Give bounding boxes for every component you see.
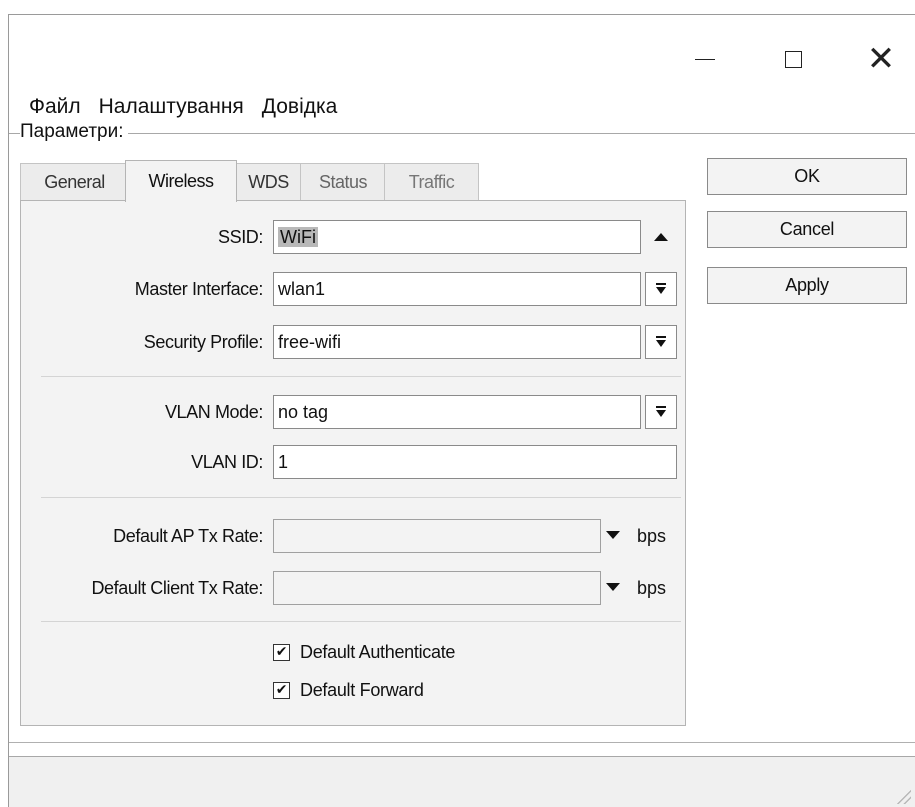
security-profile-label: Security Profile: [143,332,264,352]
ssid-row: SSID: WiFi [21,220,687,254]
tab-traffic[interactable]: Traffic [384,163,479,200]
dropdown-arrow-icon[interactable] [606,583,620,591]
tab-wds[interactable]: WDS [235,163,302,200]
ssid-label: SSID: [217,227,263,247]
maximize-button[interactable] [773,39,813,79]
default-forward-row[interactable]: ✔ Default Forward [273,675,424,705]
default-ap-tx-rate-row: Default AP Tx Rate: bps [21,519,687,553]
menu-help[interactable]: Довідка [262,95,338,119]
arrow-up-icon [654,233,668,241]
params-label: Параметри: [20,121,128,143]
ssid-value: WiFi [278,227,318,247]
default-authenticate-row[interactable]: ✔ Default Authenticate [273,637,455,667]
security-profile-row: Security Profile: free-wifi [21,325,687,359]
master-interface-dropdown-button[interactable] [645,272,677,306]
tab-general[interactable]: General [20,163,129,200]
default-client-tx-rate-row: Default Client Tx Rate: bps [21,571,687,605]
vlan-id-row: VLAN ID: 1 [21,445,687,479]
separator [41,497,681,498]
checkmark-icon: ✔ [275,682,288,698]
master-interface-row: Master Interface: wlan1 [21,272,687,306]
vlan-mode-select[interactable]: no tag [273,395,641,429]
vlan-mode-label: VLAN Mode: [164,402,263,422]
resize-grip-icon[interactable] [893,786,911,804]
unit-label: bps [637,526,667,546]
separator [41,376,681,377]
vlan-mode-row: VLAN Mode: no tag [21,395,687,429]
minimize-icon [695,58,715,60]
ssid-input[interactable]: WiFi [273,220,641,254]
close-button[interactable]: ✕ [861,39,901,79]
separator [41,621,681,622]
security-profile-dropdown-button[interactable] [645,325,677,359]
dropdown-arrow-icon [655,283,667,295]
cancel-button[interactable]: Cancel [707,211,907,248]
vlan-id-label: VLAN ID: [191,452,263,472]
status-separator [9,742,915,743]
security-profile-select[interactable]: free-wifi [273,325,641,359]
vlan-mode-dropdown-button[interactable] [645,395,677,429]
maximize-icon [784,50,802,68]
default-ap-tx-rate-label: Default AP Tx Rate: [113,526,263,546]
apply-button[interactable]: Apply [707,267,907,304]
default-ap-tx-rate-input[interactable] [273,519,601,553]
default-client-tx-rate-label: Default Client Tx Rate: [91,578,263,598]
checkmark-icon: ✔ [275,644,288,660]
menu-bar: Файл Налаштування Довідка [29,95,337,119]
dialog-window: ✕ Файл Налаштування Довідка Параметри: G… [8,14,915,807]
close-icon: ✕ [866,39,896,79]
master-interface-label: Master Interface: [134,279,264,299]
menu-settings[interactable]: Налаштування [99,95,244,119]
ok-button[interactable]: OK [707,158,907,195]
tab-wireless[interactable]: Wireless [125,160,237,202]
ssid-collapse-button[interactable] [645,220,677,254]
status-bar [9,756,915,807]
params-group-line [9,133,915,134]
dropdown-arrow-icon [655,406,667,418]
menu-file[interactable]: Файл [29,95,81,119]
wireless-panel: SSID: WiFi Master Interface: wlan1 Secur… [20,200,686,726]
default-authenticate-checkbox[interactable]: ✔ [273,643,290,661]
default-authenticate-label: Default Authenticate [300,641,456,662]
minimize-button[interactable] [685,39,725,79]
dropdown-arrow-icon [655,336,667,348]
default-forward-label: Default Forward [300,679,424,700]
master-interface-select[interactable]: wlan1 [273,272,641,306]
default-forward-checkbox[interactable]: ✔ [273,681,290,699]
vlan-id-input[interactable]: 1 [273,445,677,479]
dropdown-arrow-icon[interactable] [606,531,620,539]
unit-label: bps [637,578,667,598]
tab-status[interactable]: Status [300,163,386,200]
default-client-tx-rate-input[interactable] [273,571,601,605]
